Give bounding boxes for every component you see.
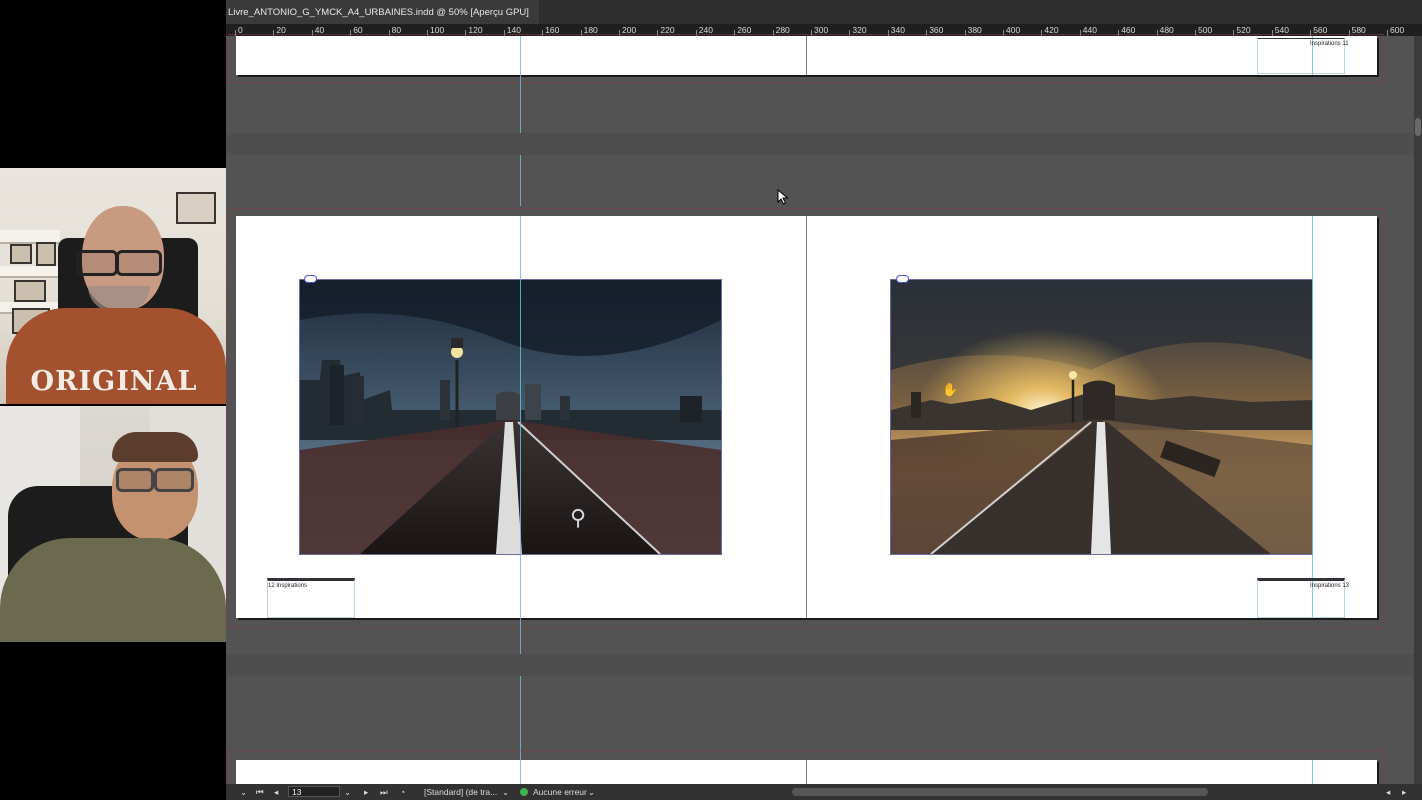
column-guide <box>520 36 521 75</box>
scroll-right-icon[interactable]: ▸ <box>1402 784 1406 800</box>
glasses <box>76 250 118 276</box>
shirt <box>0 538 226 642</box>
webcam-top: ORIGINAL <box>0 168 226 404</box>
glasses <box>116 250 162 276</box>
horizontal-scroll-thumb[interactable] <box>792 788 1208 796</box>
column-guide <box>1312 216 1313 618</box>
column-guide <box>520 155 521 206</box>
pasteboard-band <box>226 654 1414 676</box>
column-guide <box>520 676 521 760</box>
shelf <box>0 266 64 278</box>
image-frame-right[interactable] <box>890 279 1313 555</box>
frame-link-icon[interactable] <box>896 275 909 283</box>
photo-frame <box>176 192 216 224</box>
pasteboard[interactable]: Inspirations 11 ⚲ 12 Inspirations Inspir… <box>226 34 1422 792</box>
page-dropdown-icon[interactable]: ⌄ <box>344 784 351 800</box>
vertical-scrollbar[interactable] <box>1414 36 1422 784</box>
first-page-icon[interactable]: ⏮ <box>256 784 264 800</box>
svg-text:⚲: ⚲ <box>570 506 586 531</box>
document-tab-bar: Livre_ANTONIO_G_YMCK_A4_URBAINES.indd @ … <box>226 0 1422 24</box>
open-page-icon[interactable]: ◔ <box>400 784 405 800</box>
scroll-left-icon[interactable]: ◂ <box>1386 784 1390 800</box>
preflight-status-icon <box>520 788 528 796</box>
spine-line <box>806 216 807 618</box>
webcam-bottom <box>0 406 226 642</box>
shirt-print: ORIGINAL <box>30 366 198 397</box>
spread-top[interactable]: Inspirations 11 <box>236 36 1377 75</box>
mouse-pointer-icon <box>777 189 789 205</box>
column-guide <box>520 75 521 133</box>
next-page-icon[interactable]: ▸ <box>364 784 368 800</box>
hand-tool-icon: ✋ <box>942 382 959 397</box>
image-frame-left[interactable]: ⚲ <box>299 279 722 555</box>
column-guide <box>520 618 521 654</box>
zoom-dropdown-icon[interactable]: ⌄ <box>240 784 247 800</box>
pasteboard-band <box>226 133 1414 155</box>
ruler-tick: 600 <box>1386 25 1405 36</box>
glasses <box>154 468 194 492</box>
column-guide <box>520 216 521 618</box>
webcam-panel: ORIGINAL <box>0 0 226 800</box>
frame-link-icon[interactable] <box>304 275 317 283</box>
hair <box>112 432 198 462</box>
photo-frame <box>14 280 46 302</box>
page-number-field[interactable]: 13 <box>288 786 340 797</box>
last-page-icon[interactable]: ⏭ <box>380 784 388 800</box>
status-bar: ⌄ ⏮ ◂ 13 ⌄ ▸ ⏭ ◔ [Standard] (de tra... ⌄… <box>226 784 1422 800</box>
photo-brooklyn-dusk: ⚲ <box>300 280 721 554</box>
indesign-document-window: Livre_ANTONIO_G_YMCK_A4_URBAINES.indd @ … <box>226 0 1422 800</box>
spread-main[interactable]: ⚲ 12 Inspirations Inspirations 13 <box>236 216 1377 618</box>
photo-brooklyn-sunrise <box>891 280 1312 554</box>
glasses <box>116 468 154 492</box>
photo-frame <box>36 242 56 266</box>
master-selector[interactable]: [Standard] (de tra... <box>424 784 497 800</box>
master-dropdown-icon[interactable]: ⌄ <box>502 784 509 800</box>
preflight-dropdown-icon[interactable]: ⌄ <box>588 784 595 800</box>
folio-right: Inspirations 11 <box>1310 41 1349 47</box>
spine-line <box>806 36 807 75</box>
folio-right: Inspirations 13 <box>1310 583 1350 589</box>
vertical-scroll-thumb[interactable] <box>1415 118 1421 136</box>
document-tab[interactable]: Livre_ANTONIO_G_YMCK_A4_URBAINES.indd @ … <box>226 0 539 24</box>
previous-page-icon[interactable]: ◂ <box>274 784 278 800</box>
photo-frame <box>10 244 32 264</box>
preflight-status[interactable]: Aucune erreur <box>533 784 587 800</box>
folio-left: 12 Inspirations <box>268 583 308 589</box>
